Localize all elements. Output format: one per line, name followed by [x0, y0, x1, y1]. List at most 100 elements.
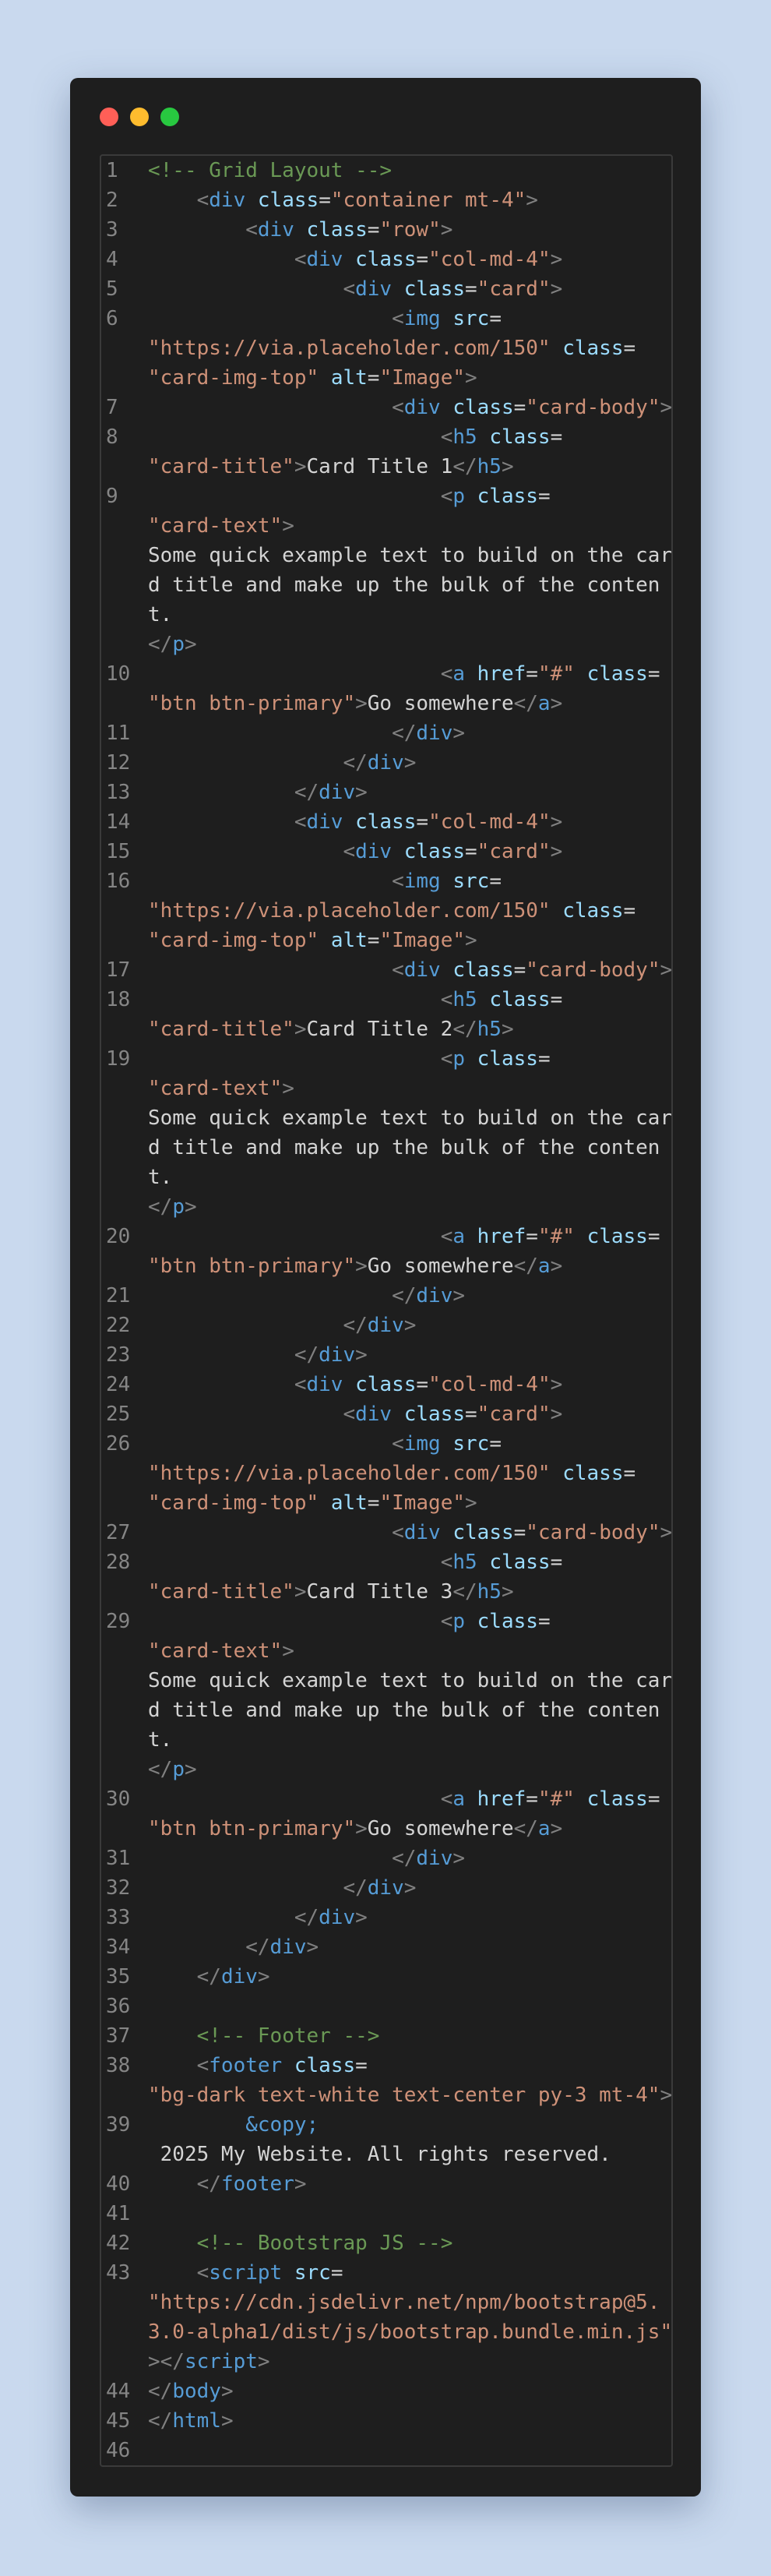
code-token: class: [294, 2054, 356, 2077]
line-source: </div>: [148, 1311, 671, 1340]
line-source: <a href="#" class=: [148, 1222, 671, 1251]
code-token: >: [257, 1965, 270, 1988]
line-source: "bg-dark text-white text-center py-3 mt-…: [148, 2080, 671, 2110]
code-editor[interactable]: 1 <!-- Grid Layout --> 2 <div class="conta…: [100, 154, 673, 2467]
line-source: </p>: [148, 1192, 671, 1222]
line-number: [101, 1074, 148, 1103]
line-source: Some quick example text to build on the …: [148, 1666, 673, 1696]
line-source: "https://via.placeholder.com/150" class=: [148, 333, 671, 363]
line-source: <div class="card">: [148, 1399, 671, 1429]
code-line: 43 <script src=: [101, 2258, 671, 2288]
code-token: </: [148, 2380, 173, 2403]
code-token: "card-text": [148, 1639, 283, 1663]
code-token: "#": [537, 662, 575, 686]
line-source: <h5 class=: [148, 985, 671, 1015]
line-source: <img src=: [148, 866, 671, 896]
line-number: [101, 1666, 148, 1696]
code-token: class: [355, 1373, 417, 1396]
code-token: =: [513, 396, 526, 419]
maximize-dot-icon[interactable]: [160, 108, 179, 126]
line-source: </div>: [148, 1281, 671, 1311]
code-line: 3.0-alpha1/dist/js/bootstrap.bundle.min.…: [101, 2317, 671, 2347]
line-source: </footer>: [148, 2169, 671, 2199]
code-line: 12 </div>: [101, 748, 671, 778]
line-number: 2: [106, 189, 118, 212]
code-token: =: [489, 1432, 502, 1456]
code-token: =: [550, 425, 563, 449]
line-source: <div class="card-body">: [148, 393, 673, 422]
line-number: [101, 1163, 148, 1192]
code-token: "card": [477, 840, 551, 863]
code-token: >: [257, 2350, 270, 2373]
code-token: >: [403, 1314, 417, 1337]
code-token: "card-img-top": [148, 366, 319, 390]
code-token: </: [148, 1195, 173, 1219]
code-token: class: [355, 810, 417, 834]
close-dot-icon[interactable]: [100, 108, 118, 126]
code-token: <!-- Bootstrap JS -->: [196, 2232, 453, 2255]
code-token: d title and make up the bulk of the cont…: [148, 1699, 660, 1722]
code-line: 38 <footer class=: [101, 2051, 671, 2080]
code-token: =: [526, 1225, 538, 1248]
code-token: alt: [330, 366, 368, 390]
line-number: [101, 1133, 148, 1163]
code-token: t.: [148, 1728, 173, 1752]
code-token: a: [537, 1817, 551, 1840]
line-source: <div class="col-md-4">: [148, 807, 671, 837]
code-token: div: [306, 248, 343, 271]
code-token: >: [550, 1817, 563, 1840]
code-token: "https://cdn.jsdelivr.net/npm/bootstrap@…: [148, 2291, 660, 2314]
code-token: >: [501, 455, 514, 478]
line-number: [101, 896, 148, 926]
minimize-dot-icon[interactable]: [130, 108, 149, 126]
code-token: </: [343, 751, 368, 775]
code-token: >: [452, 722, 466, 745]
code-token: "card": [477, 1403, 551, 1426]
code-token: "card-title": [148, 455, 294, 478]
line-source: "btn btn-primary">Go somewhere</a>: [148, 689, 671, 718]
line-source: <div class="card">: [148, 837, 671, 866]
line-source: 2025 My Website. All rights reserved.: [148, 2140, 671, 2169]
line-number: 21: [106, 1284, 131, 1307]
line-source: <!-- Footer -->: [148, 2021, 671, 2051]
line-source: "btn btn-primary">Go somewhere</a>: [148, 1814, 671, 1844]
code-token: a: [452, 662, 465, 686]
code-token: <: [343, 277, 356, 301]
line-source: <img src=: [148, 1429, 671, 1459]
code-token: >: [501, 1018, 514, 1041]
line-number: [101, 689, 148, 718]
code-token: =: [623, 899, 636, 923]
code-line: "card-img-top" alt="Image">: [101, 363, 671, 393]
line-number: [101, 2347, 148, 2377]
code-token: html: [172, 2409, 221, 2433]
code-token: =: [367, 366, 380, 390]
code-token: Go somewhere: [367, 1817, 514, 1840]
code-token: "card-title": [148, 1018, 294, 1041]
line-number: 29: [106, 1610, 131, 1633]
code-token: div: [355, 1403, 393, 1426]
code-token: script: [184, 2350, 258, 2373]
code-token: Some quick example text to build on the …: [148, 1669, 673, 1692]
code-token: div: [355, 840, 393, 863]
line-source: </html>: [148, 2406, 671, 2436]
line-number: 30: [106, 1787, 131, 1811]
code-token: >: [660, 396, 673, 419]
line-number: [101, 1192, 148, 1222]
code-token: >: [184, 633, 197, 656]
line-source: t.: [148, 1163, 671, 1192]
code-line: 2 <div class="container mt-4">: [101, 185, 671, 215]
line-number: 31: [106, 1847, 131, 1870]
line-number: 12: [106, 751, 131, 775]
line-number: 37: [106, 2024, 131, 2048]
code-token: script: [209, 2261, 283, 2285]
code-token: class: [257, 189, 319, 212]
